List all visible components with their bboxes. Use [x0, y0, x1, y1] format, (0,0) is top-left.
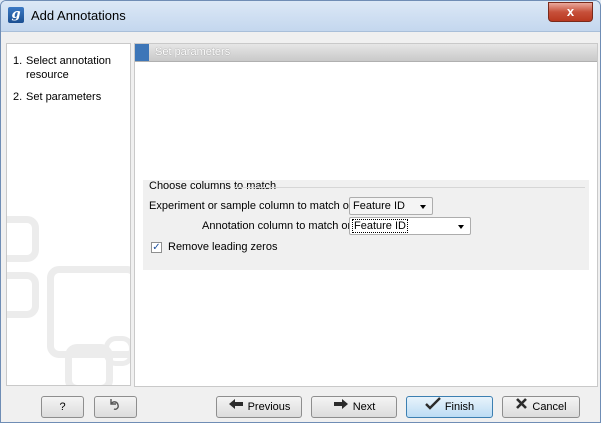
step-set-parameters[interactable]: 2. Set parameters: [13, 90, 125, 104]
parameters-panel: Set parameters Choose columns to match E…: [134, 43, 598, 387]
annotation-column-label: Annotation column to match on: [202, 220, 354, 232]
chevron-down-icon: [420, 205, 426, 209]
watermark-square-icon: [104, 336, 130, 366]
experiment-column-select[interactable]: Feature ID: [349, 197, 433, 215]
group-divider: [235, 187, 585, 188]
next-label: Next: [352, 401, 376, 414]
panel-header-title: Set parameters: [155, 46, 231, 58]
previous-label: Previous: [247, 401, 291, 414]
arrow-right-icon: [333, 397, 349, 417]
watermark-square-icon: [7, 216, 39, 262]
wizard-steps-sidebar: 1. Select annotation resource 2. Set par…: [6, 43, 131, 386]
reset-arrow-icon: [107, 397, 121, 418]
column-match-group: Choose columns to match Experiment or sa…: [143, 180, 589, 270]
group-title: Choose columns to match: [149, 180, 277, 192]
finish-label: Finish: [444, 401, 475, 414]
previous-button[interactable]: Previous: [216, 396, 302, 418]
step-select-annotation-resource[interactable]: 1. Select annotation resource: [13, 54, 125, 82]
finish-button[interactable]: Finish: [406, 396, 493, 418]
app-logo-icon: g: [8, 7, 24, 23]
add-annotations-dialog: g Add Annotations x 1. Select annotation…: [0, 0, 601, 423]
next-button[interactable]: Next: [311, 396, 397, 418]
checkmark-icon: [424, 397, 441, 417]
close-button[interactable]: x: [548, 2, 593, 22]
panel-header-accent: [135, 44, 149, 61]
step-label: Set parameters: [26, 91, 102, 103]
checkmark-icon: ✓: [152, 242, 161, 253]
cancel-button[interactable]: Cancel: [502, 396, 580, 418]
help-button[interactable]: ?: [41, 396, 84, 418]
experiment-column-value: Feature ID: [353, 200, 405, 212]
experiment-column-label: Experiment or sample column to match on: [149, 200, 356, 212]
help-label: ?: [59, 401, 66, 414]
cancel-x-icon: [515, 397, 528, 417]
annotation-column-value: Feature ID: [352, 219, 408, 233]
panel-header: Set parameters: [135, 44, 597, 62]
watermark-square-icon: [7, 272, 39, 318]
reset-button[interactable]: [94, 396, 137, 418]
step-label: Select annotation resource: [26, 55, 112, 81]
cancel-label: Cancel: [532, 401, 567, 414]
annotation-column-select[interactable]: Feature ID: [349, 217, 471, 235]
remove-leading-zeros-checkbox[interactable]: ✓: [151, 242, 162, 253]
window-title: Add Annotations: [31, 8, 126, 23]
remove-leading-zeros-label[interactable]: Remove leading zeros: [168, 241, 277, 253]
step-number: 2.: [13, 91, 23, 103]
step-number: 1.: [13, 55, 23, 67]
arrow-left-icon: [228, 397, 244, 417]
title-bar: g Add Annotations x: [1, 1, 600, 32]
chevron-down-icon: [458, 225, 464, 229]
